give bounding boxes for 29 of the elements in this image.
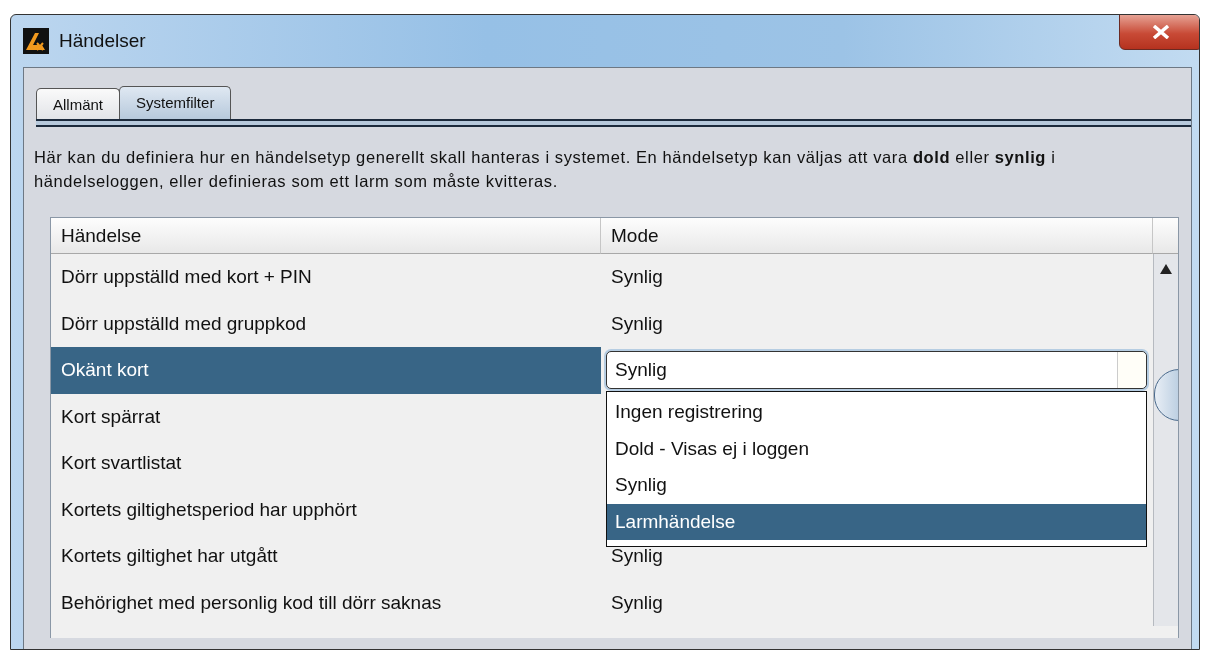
dropdown-option[interactable]: Synlig: [607, 467, 1146, 504]
table-cell-text: Synlig: [610, 265, 664, 290]
tab[interactable]: Allmänt: [36, 88, 121, 119]
table-cell-text: Kortets giltighet har utgått: [60, 544, 279, 569]
dropdown-option[interactable]: Ingen registrering: [607, 394, 1146, 431]
table-cell-text: Behörighet med personlig kod till dörr saknas: [60, 590, 443, 615]
table-cell-text: Kort spärrat: [60, 404, 162, 429]
table-cell-text: Kortets giltighetsperiod har upphört: [60, 497, 358, 522]
scrollbar-thumb[interactable]: [1154, 369, 1178, 421]
dropdown-option[interactable]: Larmhändelse: [607, 503, 1146, 540]
tab[interactable]: Systemfilter: [119, 86, 232, 119]
close-icon: [1152, 25, 1170, 39]
mode-dropdown[interactable]: Synlig: [606, 351, 1147, 389]
table-cell-text: Synlig: [610, 311, 664, 336]
window-title: Händelser: [59, 30, 146, 52]
dropdown-option[interactable]: Dold - Visas ej i loggen: [607, 430, 1146, 467]
close-button[interactable]: [1119, 15, 1199, 50]
table-cell-text: Dörr uppställd med gruppkod: [60, 311, 308, 336]
scroll-up-icon[interactable]: [1160, 264, 1172, 274]
app-logo-icon: [23, 28, 49, 54]
column-header[interactable]: Händelse: [51, 218, 601, 254]
table-cell-text: Synlig: [610, 590, 664, 615]
table-cell-text: Dörr uppställd med kort + PIN: [60, 265, 313, 290]
column-header[interactable]: Mode: [601, 218, 1153, 254]
table-cell: Okänt kort: [51, 347, 601, 394]
description-text: Här kan du definiera hur en händelsetyp generellt skall hanteras i systemet. En händelsetyp kan väljas att vara dold eller synlig i händelseloggen, eller definieras som ett larm som måste kvitteras.: [33, 147, 1057, 192]
table-cell-text: Kort svartlistat: [60, 451, 183, 476]
table-cell-text: Synlig: [610, 544, 664, 569]
header-corner: [1153, 218, 1178, 254]
